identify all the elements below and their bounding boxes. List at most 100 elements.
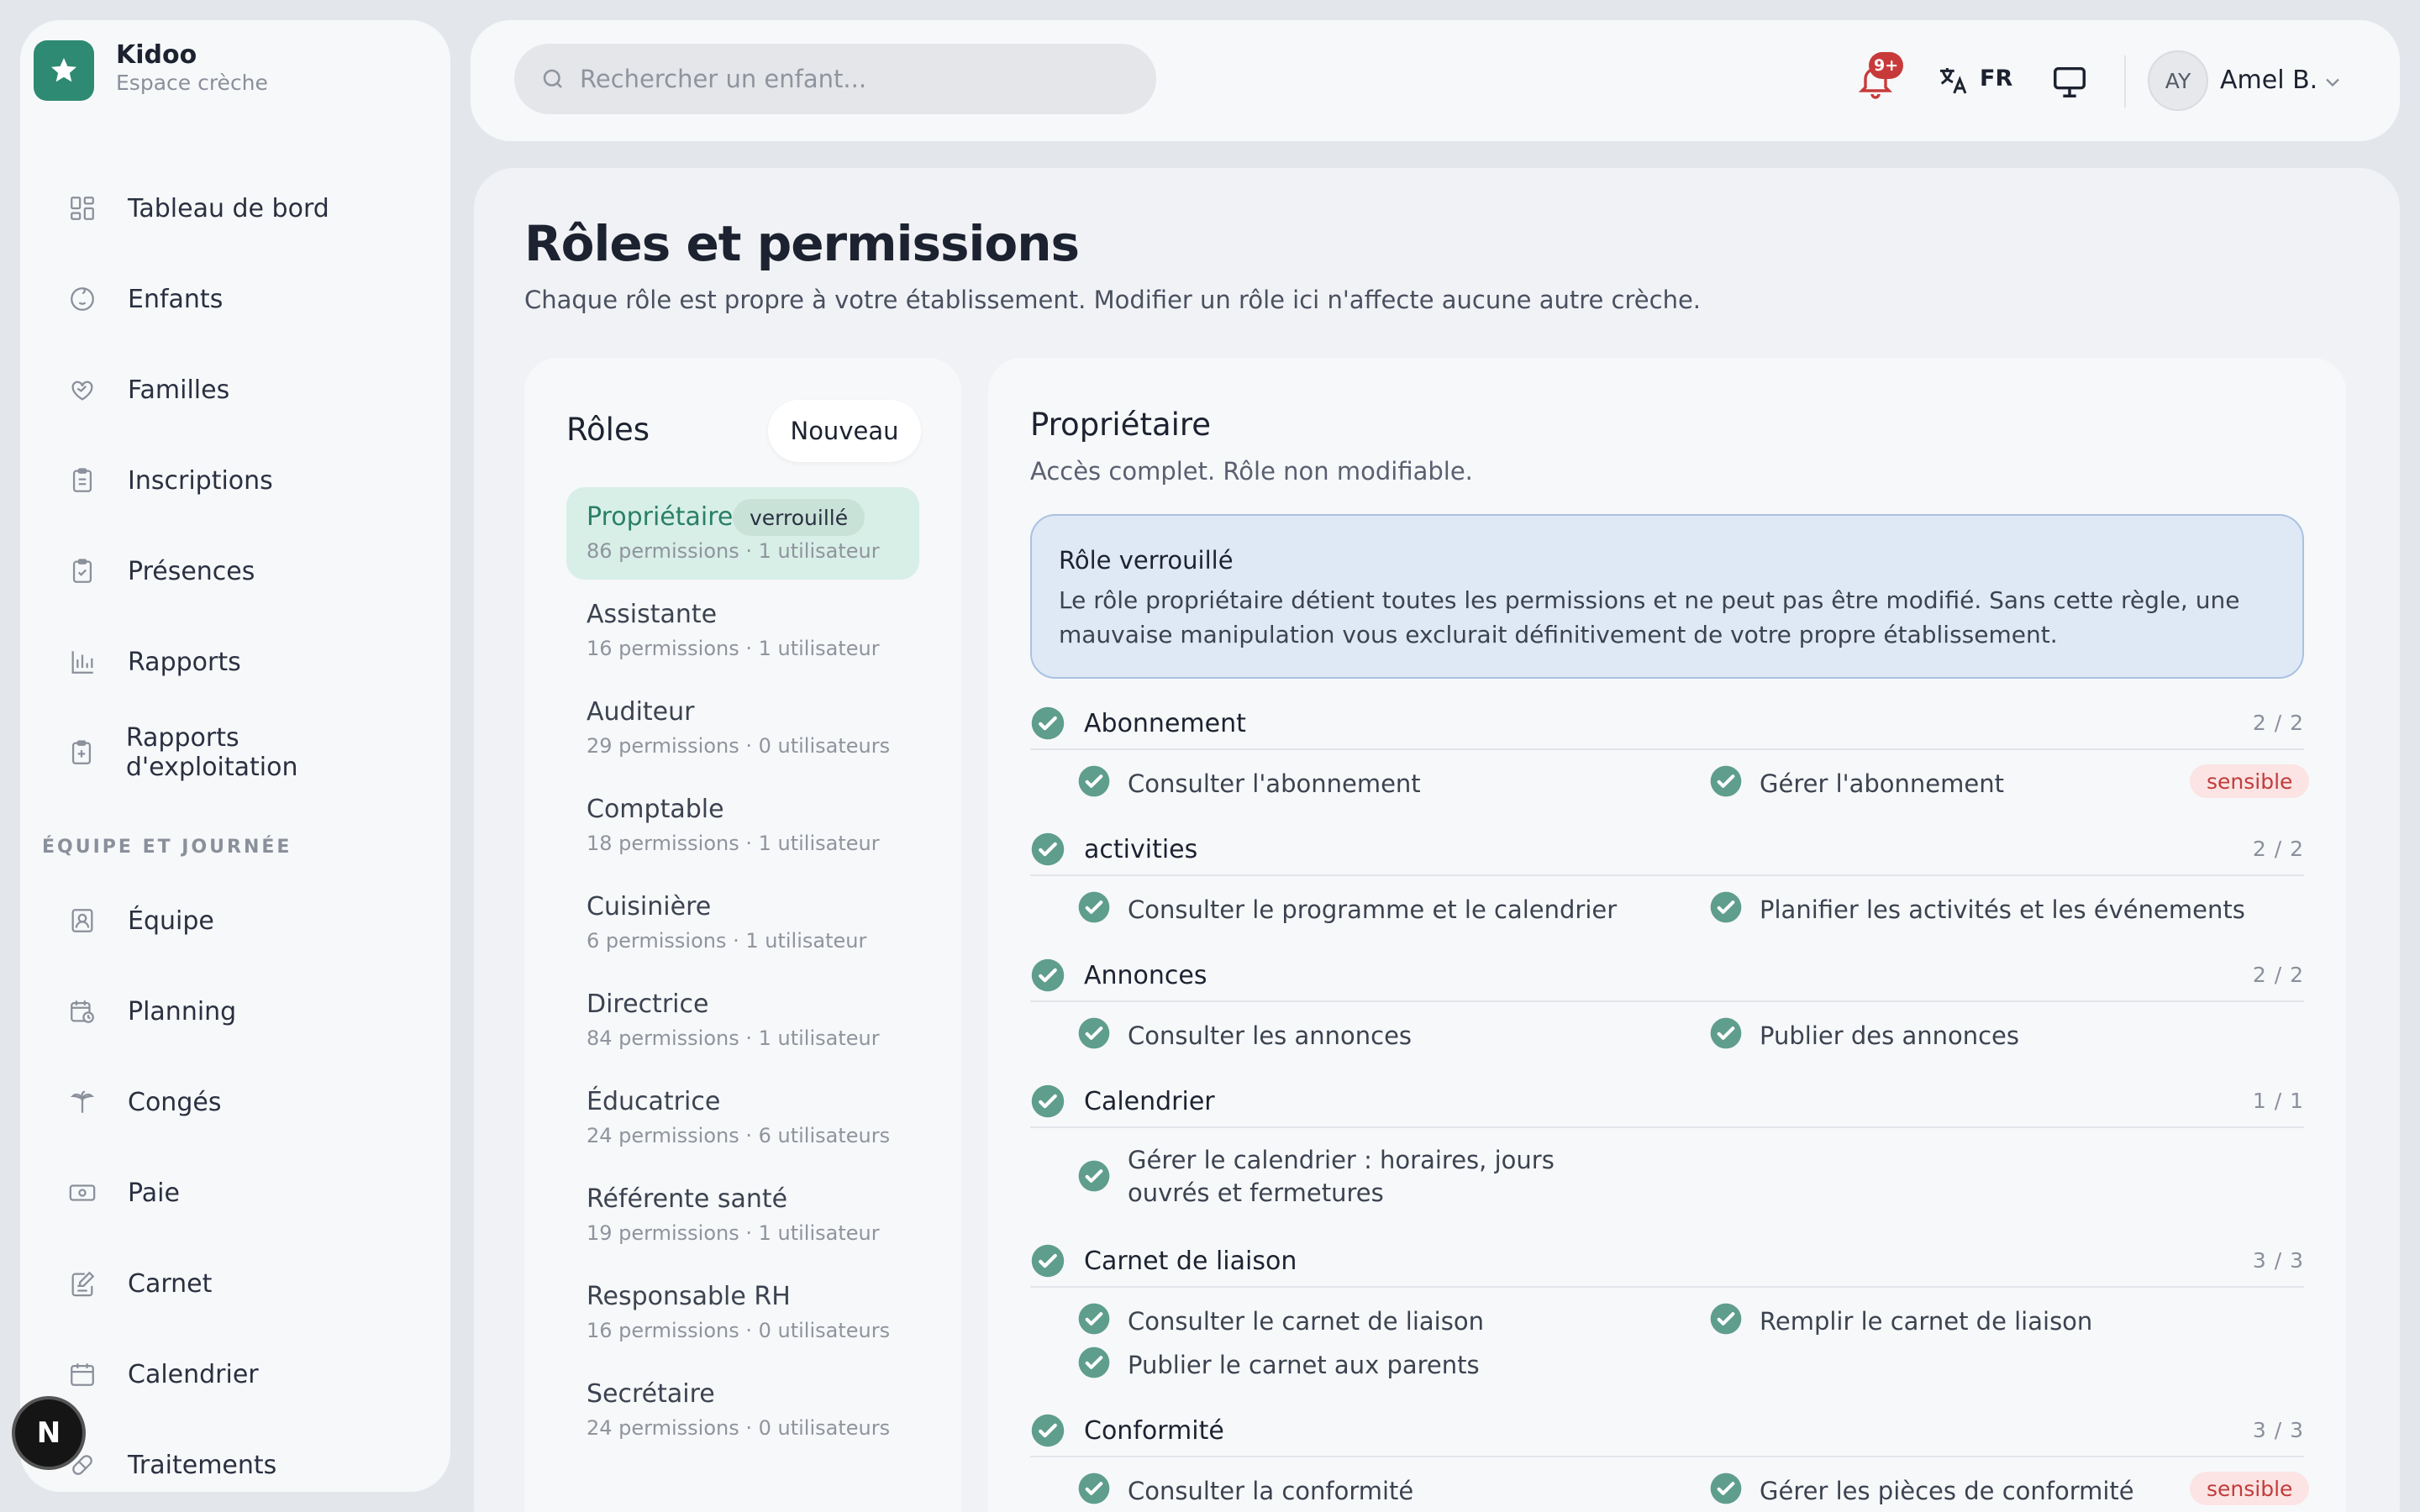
dev-tools-badge[interactable]: N [12,1396,86,1470]
category-count: 1 / 1 [2252,1089,2304,1113]
sidebar-item-label: Calendrier [128,1359,259,1389]
category-divider [1030,1000,2304,1002]
clipboard-plus-icon [66,736,97,769]
sidebar-item-equipe[interactable]: Équipe [34,882,403,959]
category-count: 3 / 3 [2252,1248,2304,1273]
sidebar-item-enfants[interactable]: Enfants [34,260,403,338]
role-meta: 24 permissions · 0 utilisateurs [587,1416,891,1440]
sidebar-item-presences[interactable]: Présences [34,533,403,610]
role-item[interactable]: Directrice 84 permissions · 1 utilisateu… [566,974,919,1067]
role-item[interactable]: Assistante 16 permissions · 1 utilisateu… [566,585,919,677]
role-item[interactable]: Référente santé 19 permissions · 1 utili… [566,1169,919,1262]
permission-item[interactable]: Publier le carnet aux parents [1077,1344,1665,1381]
user-name[interactable]: Amel B. [2220,66,2317,95]
chevron-down-icon[interactable] [2321,71,2344,94]
monitor-icon[interactable] [2050,62,2089,101]
sidebar-item-traitements[interactable]: Traitements [34,1426,403,1504]
permission-item[interactable]: Consulter le programme et le calendrier [1077,889,1665,926]
roles-title: Rôles [566,412,650,448]
sidebar-item-dashboard[interactable]: Tableau de bord [34,170,403,247]
role-item[interactable]: Auditeur 29 permissions · 0 utilisateurs [566,682,919,774]
role-name: Comptable [587,795,724,824]
permission-label: Consulter le programme et le calendrier [1128,895,1618,924]
permission-label: Planifier les activités et les événement… [1760,895,2245,924]
permission-label: Consulter le carnet de liaison [1128,1307,1484,1336]
permission-label: Consulter la conformité [1128,1477,1414,1505]
check-circle-icon [1078,891,1110,923]
role-meta: 29 permissions · 0 utilisateurs [587,734,891,758]
banknote-icon [66,1176,99,1210]
category-name: Calendrier [1084,1087,1215,1116]
permission-item[interactable]: Planifier les activités et les événement… [1709,889,2304,926]
permission-label: Gérer l'abonnement [1760,769,2004,798]
role-name: Responsable RH [587,1282,791,1311]
sidebar-item-label: Paie [128,1178,180,1208]
sidebar-section-label: ÉQUIPE ET JOURNÉE [42,837,292,858]
permission-category[interactable]: activities 2 / 2 [1030,828,2304,870]
language-switcher[interactable]: FR [1980,66,2012,92]
permission-category[interactable]: Annonces 2 / 2 [1030,954,2304,996]
sidebar-item-planning[interactable]: Planning [34,973,403,1050]
check-circle-icon [1078,1160,1110,1192]
permission-item[interactable]: Consulter les annonces [1077,1015,1665,1052]
permission-category[interactable]: Conformité 3 / 3 [1030,1410,2304,1452]
brand-logo[interactable] [34,40,94,101]
role-name: Secrétaire [587,1379,715,1409]
permission-item[interactable]: Consulter le carnet de liaison [1077,1300,1665,1337]
role-meta: 16 permissions · 1 utilisateur [587,637,880,660]
role-item[interactable]: Éducatrice 24 permissions · 6 utilisateu… [566,1072,919,1164]
permission-category[interactable]: Abonnement 2 / 2 [1030,702,2304,744]
translate-icon[interactable] [1936,64,1970,97]
sensitive-badge: sensible [2190,1472,2310,1505]
check-circle-icon [1710,1303,1742,1335]
role-item[interactable]: Secrétaire 24 permissions · 0 utilisateu… [566,1364,919,1457]
new-role-button[interactable]: Nouveau [768,400,921,462]
sidebar-item-paie[interactable]: Paie [34,1154,403,1231]
sidebar-item-calendrier[interactable]: Calendrier [34,1336,403,1413]
search-input[interactable]: Rechercher un enfant... [514,44,1156,114]
role-item[interactable]: Propriétaire verrouillé 86 permissions ·… [566,487,919,580]
permission-item[interactable]: Remplir le carnet de liaison [1709,1300,2304,1337]
category-divider [1030,1286,2304,1288]
clipboard-icon [66,464,99,497]
alert-body: Le rôle propriétaire détient toutes les … [1059,586,2240,648]
sidebar-item-label: Rapports [128,647,241,677]
role-name: Assistante [587,600,718,629]
permission-label: Consulter l'abonnement [1128,769,1421,798]
check-circle-icon [1031,1414,1065,1447]
check-circle-icon [1031,706,1065,740]
category-count: 2 / 2 [2252,963,2304,987]
permission-item[interactable]: Consulter la conformité [1077,1470,1665,1507]
permission-category[interactable]: Calendrier 1 / 1 [1030,1080,2304,1122]
sidebar-item-rapports-exploitation[interactable]: Rapports d'exploitation [34,714,403,791]
sidebar-item-carnet[interactable]: Carnet [34,1245,403,1322]
dashboard-icon [66,192,99,225]
sidebar-item-label: Enfants [128,284,224,314]
calendar-clock-icon [66,995,99,1028]
sidebar-item-inscriptions[interactable]: Inscriptions [34,442,403,519]
role-meta: 19 permissions · 1 utilisateur [587,1221,880,1245]
check-circle-icon [1710,765,1742,797]
role-item[interactable]: Cuisinière 6 permissions · 1 utilisateur [566,877,919,969]
permission-item[interactable]: Publier des annonces [1709,1015,2304,1052]
role-name: Propriétaire [587,502,734,532]
role-item[interactable]: Responsable RH 16 permissions · 0 utilis… [566,1267,919,1359]
permission-label: Remplir le carnet de liaison [1760,1307,2093,1336]
category-divider [1030,1126,2304,1128]
check-circle-icon [1078,1347,1110,1378]
sidebar-item-label: Familles [128,375,230,405]
sidebar-item-familles[interactable]: Familles [34,351,403,428]
permission-item[interactable]: Gérer le calendrier : horaires, jours ou… [1077,1146,1632,1228]
permission-category[interactable]: Carnet de liaison 3 / 3 [1030,1240,2304,1282]
permission-label: Consulter les annonces [1128,1021,1413,1050]
check-circle-icon [1078,765,1110,797]
role-name: Directrice [587,990,709,1019]
sidebar-item-rapports[interactable]: Rapports [34,623,403,701]
sidebar-item-conges[interactable]: Congés [34,1063,403,1141]
child-face-icon [66,282,99,316]
locked-badge: verrouillé [733,499,865,536]
permission-label: Gérer les pièces de conformité [1760,1477,2134,1505]
role-item[interactable]: Comptable 18 permissions · 1 utilisateur [566,780,919,872]
avatar[interactable]: AY [2148,50,2208,111]
permission-item[interactable]: Consulter l'abonnement [1077,763,1665,800]
